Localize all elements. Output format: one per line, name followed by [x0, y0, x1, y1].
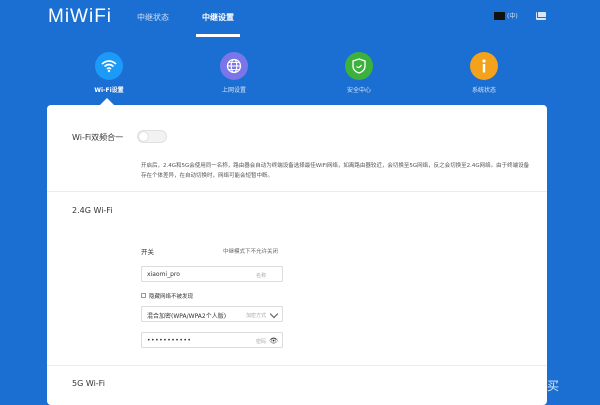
category-label: 安全中心	[346, 87, 371, 94]
encryption-select[interactable]: 混合加密(WPA/WPA2个人版) 加密方式	[141, 306, 283, 322]
switch-hint: 中继模式下不允许关闭	[223, 249, 279, 255]
category-wifi-settings[interactable]: Wi-Fi设置	[79, 52, 139, 94]
toggle-knob	[139, 132, 148, 141]
tab-relay-status[interactable]: 中继状态	[137, 12, 169, 23]
category-label: 上网设置	[221, 87, 246, 94]
encryption-placeholder: 加密方式	[245, 313, 266, 319]
active-category-pointer	[100, 98, 114, 105]
shield-icon	[345, 52, 373, 80]
category-label: Wi-Fi设置	[94, 87, 124, 94]
wifi-name-input[interactable]: xiaomi_pro 名称	[141, 266, 283, 282]
encryption-value: 混合加密(WPA/WPA2个人版)	[147, 313, 227, 320]
top-header: MiWiFi 中继状态 中继设置 (中)	[0, 0, 600, 40]
wifi5-title: 5G Wi-Fi	[72, 379, 105, 388]
flag-icon	[494, 11, 505, 20]
category-security-center[interactable]: 安全中心	[329, 52, 389, 94]
language-label: (中)	[507, 13, 518, 20]
password-value: •••••••••••	[147, 337, 192, 344]
globe-icon	[220, 52, 248, 80]
wifi24-title: 2.4G Wi-Fi	[72, 206, 113, 215]
info-icon	[470, 52, 498, 80]
password-placeholder: 密码	[255, 339, 266, 345]
password-input[interactable]: ••••••••••• 密码 👁	[141, 332, 283, 348]
chevron-down-icon	[269, 309, 279, 319]
hide-network-label: 隐藏网络不被发现	[149, 294, 194, 300]
miwifi-logo: MiWiFi	[48, 6, 113, 27]
wifi-merge-description: 开启后，2.4G和5G会使用同一名称，路由器会自动为终端设备选择最佳WiFi网络…	[141, 163, 530, 179]
tab-relay-settings[interactable]: 中继设置	[202, 12, 234, 23]
category-network-settings[interactable]: 上网设置	[204, 52, 264, 94]
wifi-icon	[95, 52, 123, 80]
eye-icon[interactable]: 👁	[269, 337, 278, 345]
category-system-status[interactable]: 系统状态	[454, 52, 514, 94]
watermark-logo-icon: 值	[478, 376, 496, 394]
wifi-name-placeholder: 名称	[255, 273, 266, 279]
watermark-text: 什么值得买	[499, 378, 560, 393]
category-label: 系统状态	[471, 87, 496, 94]
switch-label: 开关	[141, 248, 154, 256]
smzdm-watermark: 值 什么值得买	[478, 376, 559, 394]
section-divider	[47, 191, 547, 192]
wifi-merge-toggle[interactable]	[137, 130, 167, 143]
wifi-merge-title: Wi-Fi双频合一	[72, 133, 124, 142]
settings-panel: Wi-Fi双频合一 开启后，2.4G和5G会使用同一名称，路由器会自动为终端设备…	[47, 105, 547, 405]
language-selector[interactable]: (中)	[494, 11, 518, 20]
active-tab-indicator	[196, 34, 240, 37]
section-divider	[47, 365, 547, 366]
hide-network-checkbox[interactable]	[141, 293, 146, 298]
wifi-name-value: xiaomi_pro	[147, 271, 180, 278]
mail-icon[interactable]	[536, 12, 546, 20]
